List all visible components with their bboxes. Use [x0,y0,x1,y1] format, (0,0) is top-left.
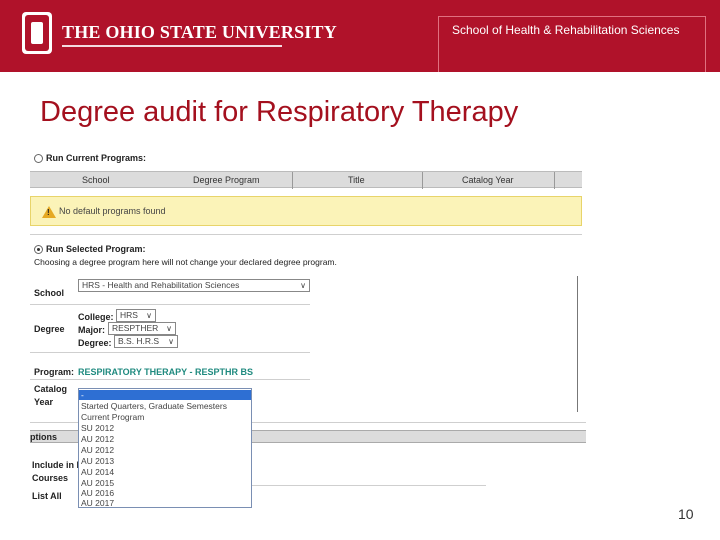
form-right-border [577,276,578,412]
field-divider [30,352,310,353]
header-band: THE OHIO STATE UNIVERSITY School of Heal… [0,0,720,72]
programs-table-header: School Degree Program Title Catalog Year [30,171,582,189]
school-select[interactable]: HRS - Health and Rehabilitation Sciences… [78,279,310,292]
column-degree-program: Degree Program [193,175,260,185]
run-current-label: Run Current Programs: [46,153,147,163]
dropdown-option[interactable]: AU 2013 [81,456,114,466]
university-name-underline [62,45,282,47]
program-value: RESPIRATORY THERAPY - RESPTHR BS [78,367,254,377]
list-all-label: List All [32,491,62,501]
degree-select-value: B.S. H.R.S [118,336,160,346]
school-select-value: HRS - Health and Rehabilitation Sciences [82,280,240,290]
run-selected-label: Run Selected Program: [46,244,146,254]
college-select[interactable]: HRS ∨ [116,309,156,322]
degree-label: Degree [34,324,65,334]
chevron-down-icon: ∨ [300,281,306,290]
year-label: Year [34,397,54,407]
catalog-label: Catalog [34,384,68,394]
warning-icon [42,206,56,218]
school-label: School [34,288,65,298]
catalog-year-dropdown[interactable]: - Started Quarters, Graduate Semesters C… [78,388,252,508]
field-divider [252,485,486,486]
column-divider [554,172,555,189]
courses-label: Courses [32,473,69,483]
column-school: School [82,175,110,185]
slide-title: Degree audit for Respiratory Therapy [40,96,519,128]
column-divider [422,172,423,189]
run-current-radio[interactable] [34,154,43,163]
warning-text: No default programs found [59,206,166,216]
program-label: Program: [34,367,75,377]
degree-select[interactable]: B.S. H.R.S ∨ [114,335,178,348]
degree-audit-screenshot: Run Current Programs: School Degree Prog… [30,148,586,516]
dropdown-option[interactable]: SU 2012 [81,423,114,433]
dropdown-option[interactable]: AU 2017 [81,498,114,508]
dropdown-option[interactable]: Current Program [81,412,144,422]
dropdown-option[interactable]: AU 2012 [81,445,114,455]
major-select[interactable]: RESPTHER ∨ [108,322,176,335]
run-selected-radio[interactable] [34,245,43,254]
dropdown-option[interactable]: AU 2015 [81,478,114,488]
degree-sub-label: Degree: [78,338,112,348]
major-label: Major: [78,325,105,335]
school-name: School of Health & Rehabilitation Scienc… [452,23,680,37]
college-label: College: [78,312,114,322]
dropdown-option[interactable]: AU 2016 [81,488,114,498]
chevron-down-icon: ∨ [166,324,172,333]
dropdown-option[interactable]: AU 2012 [81,434,114,444]
page-number: 10 [678,506,694,522]
dropdown-option[interactable]: - [79,390,251,400]
column-catalog-year: Catalog Year [462,175,514,185]
no-programs-warning: No default programs found [30,196,582,226]
dropdown-option[interactable]: Started Quarters, Graduate Semesters [81,401,227,411]
field-divider [30,304,310,305]
column-title: Title [348,175,365,185]
include-label: Include in F [32,460,83,470]
chevron-down-icon: ∨ [168,337,174,346]
column-divider [292,172,293,189]
major-select-value: RESPTHER [112,323,159,333]
dropdown-option[interactable]: AU 2014 [81,467,114,477]
college-select-value: HRS [120,310,138,320]
chevron-down-icon: ∨ [146,311,152,320]
options-label: ptions [30,432,57,442]
field-divider [30,379,310,380]
university-name: THE OHIO STATE UNIVERSITY [62,22,337,42]
ohio-state-block-o-logo [22,12,52,54]
section-divider [30,234,582,235]
run-selected-note: Choosing a degree program here will not … [34,257,337,267]
